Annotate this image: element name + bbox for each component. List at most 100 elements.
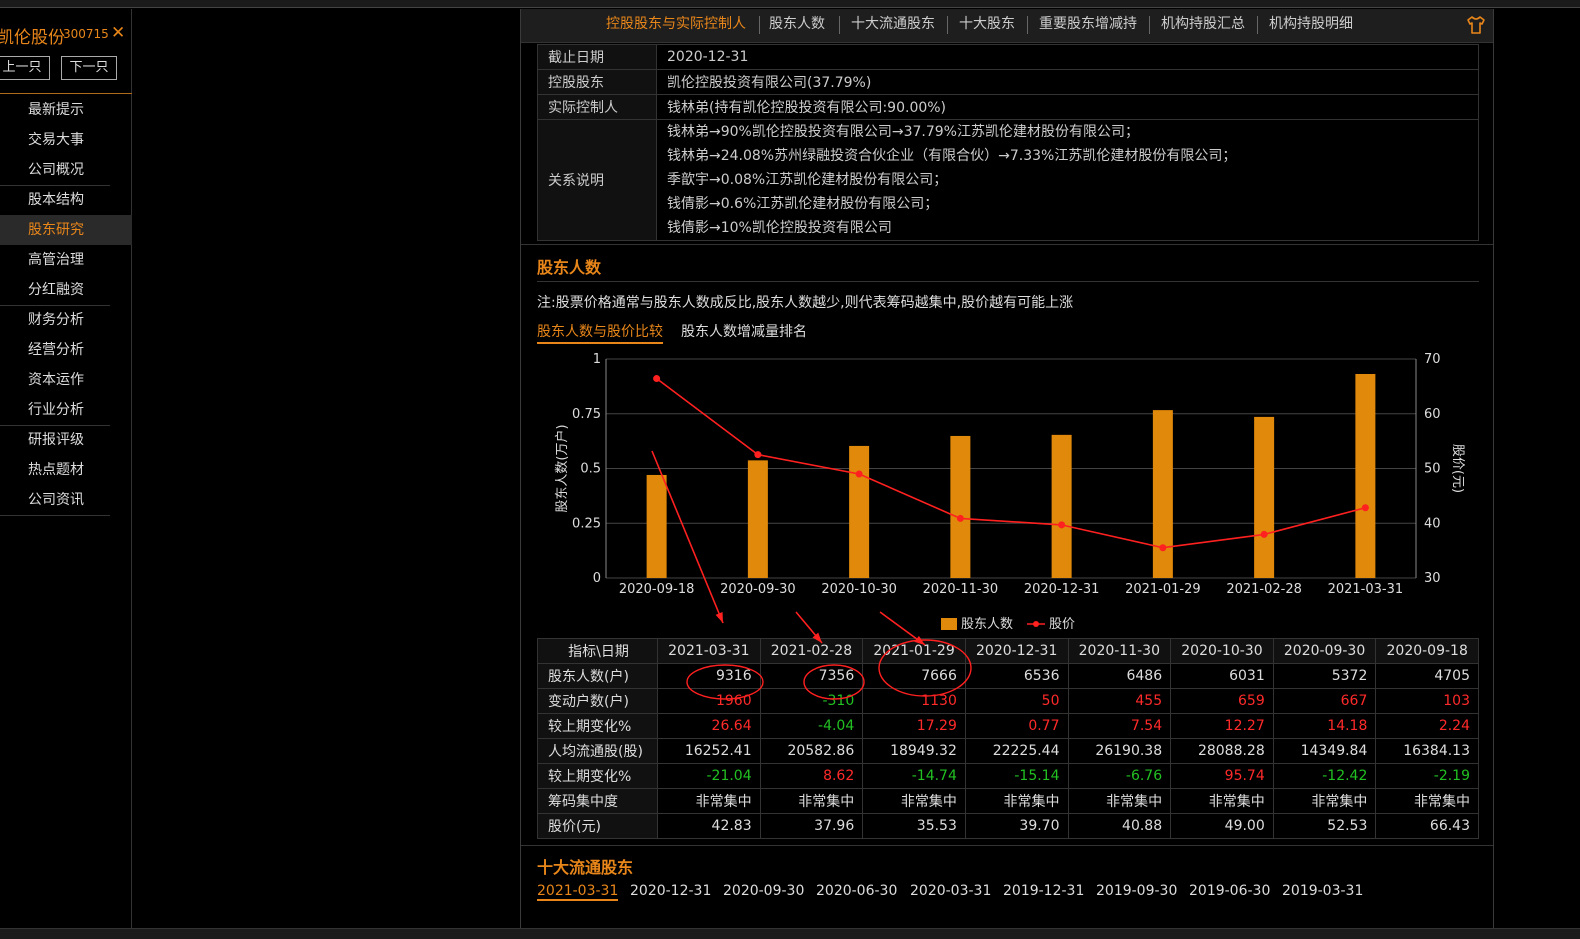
top10-section-title: 十大流通股东 — [537, 858, 634, 877]
top10-date-tab[interactable]: 2020-09-30 — [723, 883, 804, 899]
tab-item[interactable]: 重要股东增减持 — [1039, 9, 1137, 43]
tab-separator — [1149, 16, 1150, 34]
theme-shirt-icon[interactable] — [1465, 14, 1487, 36]
table-cell: 39.70 — [964, 813, 1069, 839]
legend-bar-label: 股东人数 — [961, 617, 1013, 632]
table-cell: 7666 — [862, 663, 966, 689]
deadline-value: 2020-12-31 — [656, 44, 1479, 70]
table-cell: 非常集中 — [862, 788, 966, 814]
table-cell: 22225.44 — [964, 738, 1069, 764]
next-stock-button[interactable]: 下一只 — [61, 56, 117, 80]
tab-item[interactable]: 机构持股明细 — [1269, 9, 1353, 43]
row-label: 股价(元) — [537, 813, 658, 839]
table-header-row: 指标\日期 2021-03-31 2021-02-28 2021-01-29 2020-… — [537, 638, 1479, 664]
y-right-axis-title: 股价(元) — [1450, 444, 1465, 493]
sidebar-item[interactable]: 行业分析 — [0, 395, 132, 425]
relation-line: 钱林弟→90%凯伦控股投资有限公司→37.79%江苏凯伦建材股份有限公司； — [667, 124, 1139, 140]
top10-date-tab[interactable]: 2019-12-31 — [1003, 883, 1084, 899]
top10-date-tab[interactable]: 2020-03-31 — [910, 883, 991, 899]
row-label: 较上期变化% — [537, 763, 658, 789]
sidebar-item[interactable]: 高管治理 — [0, 245, 132, 275]
x-tick-label: 2021-01-29 — [1125, 582, 1201, 597]
sidebar-item[interactable]: 热点题材 — [0, 455, 132, 485]
subtab-holder-ranking[interactable]: 股东人数增减量排名 — [681, 321, 807, 341]
table-header-date: 2020-11-30 — [1067, 638, 1172, 664]
sidebar-divider — [0, 93, 132, 94]
top10-date-tab[interactable]: 2019-03-31 — [1282, 883, 1363, 899]
tab-separator — [839, 16, 840, 34]
relation-label: 关系说明 — [537, 119, 657, 241]
bar — [646, 474, 667, 578]
table-cell: -4.04 — [759, 713, 864, 739]
sidebar-item[interactable]: 经营分析 — [0, 335, 132, 365]
price-point — [1260, 530, 1268, 538]
table-header-date: 2020-10-30 — [1170, 638, 1274, 664]
table-header-date: 2020-09-18 — [1375, 638, 1479, 664]
top10-date-tab[interactable]: 2019-09-30 — [1096, 883, 1177, 899]
table-cell: 6486 — [1067, 663, 1172, 689]
sidebar-item[interactable]: 交易大事 — [0, 125, 132, 155]
tab-item[interactable]: 机构持股汇总 — [1161, 9, 1245, 43]
table-header-date: 2021-02-28 — [759, 638, 864, 664]
subtab-holder-vs-price[interactable]: 股东人数与股价比较 — [537, 321, 663, 344]
sidebar-item[interactable]: 公司概况 — [0, 155, 132, 185]
row-label: 较上期变化% — [537, 713, 658, 739]
sidebar-item[interactable]: 公司资讯 — [0, 485, 132, 515]
bar — [849, 445, 870, 578]
sidebar-item[interactable]: 财务分析 — [0, 305, 132, 335]
sidebar-item[interactable]: 股东研究 — [0, 215, 132, 245]
x-tick-label: 2020-10-30 — [821, 582, 897, 597]
close-icon[interactable]: ✕ — [111, 23, 125, 43]
sidebar-item[interactable]: 最新提示 — [0, 95, 132, 125]
top10-date-tab[interactable]: 2021-03-31 — [537, 883, 619, 901]
relation-line: 钱林弟→24.08%苏州绿融投资合伙企业（有限合伙）→7.33%江苏凯伦建材股份… — [667, 148, 1237, 164]
tab-item[interactable]: 十大股东 — [959, 9, 1015, 43]
top10-date-tab[interactable]: 2020-12-31 — [630, 883, 711, 899]
sidebar-item[interactable]: 研报评级 — [0, 425, 132, 455]
sidebar-item[interactable]: 资本运作 — [0, 365, 132, 395]
table-cell: 659 — [1170, 688, 1274, 714]
row-label: 股东人数(户) — [537, 663, 658, 689]
tab-item[interactable]: 控股股东与实际控制人 — [606, 9, 746, 43]
tab-item[interactable]: 股东人数 — [769, 9, 825, 43]
table-cell: 35.53 — [862, 813, 966, 839]
top10-date-tab[interactable]: 2020-06-30 — [816, 883, 897, 899]
table-cell: 14349.84 — [1272, 738, 1377, 764]
table-row: 股东人数(户) 9316 7356 7666 6536 6486 6031 5372 4705 — [537, 663, 1479, 689]
tab-separator — [947, 16, 948, 34]
table-header-date: 2020-09-30 — [1272, 638, 1377, 664]
deadline-label: 截止日期 — [537, 44, 657, 70]
table-cell: 非常集中 — [657, 788, 761, 814]
table-cell: 非常集中 — [964, 788, 1069, 814]
table-row: 较上期变化% 26.64 -4.04 17.29 0.77 7.54 12.27 14.18 2… — [537, 713, 1479, 739]
table-cell: 66.43 — [1375, 813, 1479, 839]
table-cell: 9316 — [657, 663, 761, 689]
bar — [1254, 416, 1275, 578]
sidebar-item[interactable]: 分红融资 — [0, 275, 132, 305]
table-cell: 103 — [1375, 688, 1479, 714]
sidebar-item[interactable]: 股本结构 — [0, 185, 132, 215]
price-point — [1159, 544, 1167, 552]
tab-item[interactable]: 十大流通股东 — [851, 9, 935, 43]
table-cell: 非常集中 — [1067, 788, 1172, 814]
price-point — [956, 514, 964, 522]
table-cell: 1960 — [657, 688, 761, 714]
table-cell: 6031 — [1170, 663, 1274, 689]
table-cell: 37.96 — [759, 813, 864, 839]
tab-separator — [1257, 16, 1258, 34]
prev-stock-button[interactable]: 上一只 — [0, 56, 50, 80]
table-cell: 7356 — [759, 663, 864, 689]
x-tick-label: 2020-09-18 — [619, 582, 695, 597]
sidebar-divider — [0, 515, 110, 516]
x-tick-label: 2021-03-31 — [1328, 582, 1404, 597]
table-cell: 16252.41 — [657, 738, 761, 764]
y-right-tick-label: 60 — [1424, 407, 1441, 422]
y-right-tick-label: 30 — [1424, 571, 1441, 586]
top10-date-tab[interactable]: 2019-06-30 — [1189, 883, 1270, 899]
table-cell: 49.00 — [1170, 813, 1274, 839]
relation-values: 钱林弟→90%凯伦控股投资有限公司→37.79%江苏凯伦建材股份有限公司； 钱林… — [656, 119, 1479, 241]
price-point — [1361, 504, 1369, 512]
table-cell: 28088.28 — [1170, 738, 1274, 764]
y-tick-label: 0.25 — [572, 516, 601, 531]
tab-separator — [1027, 16, 1028, 34]
